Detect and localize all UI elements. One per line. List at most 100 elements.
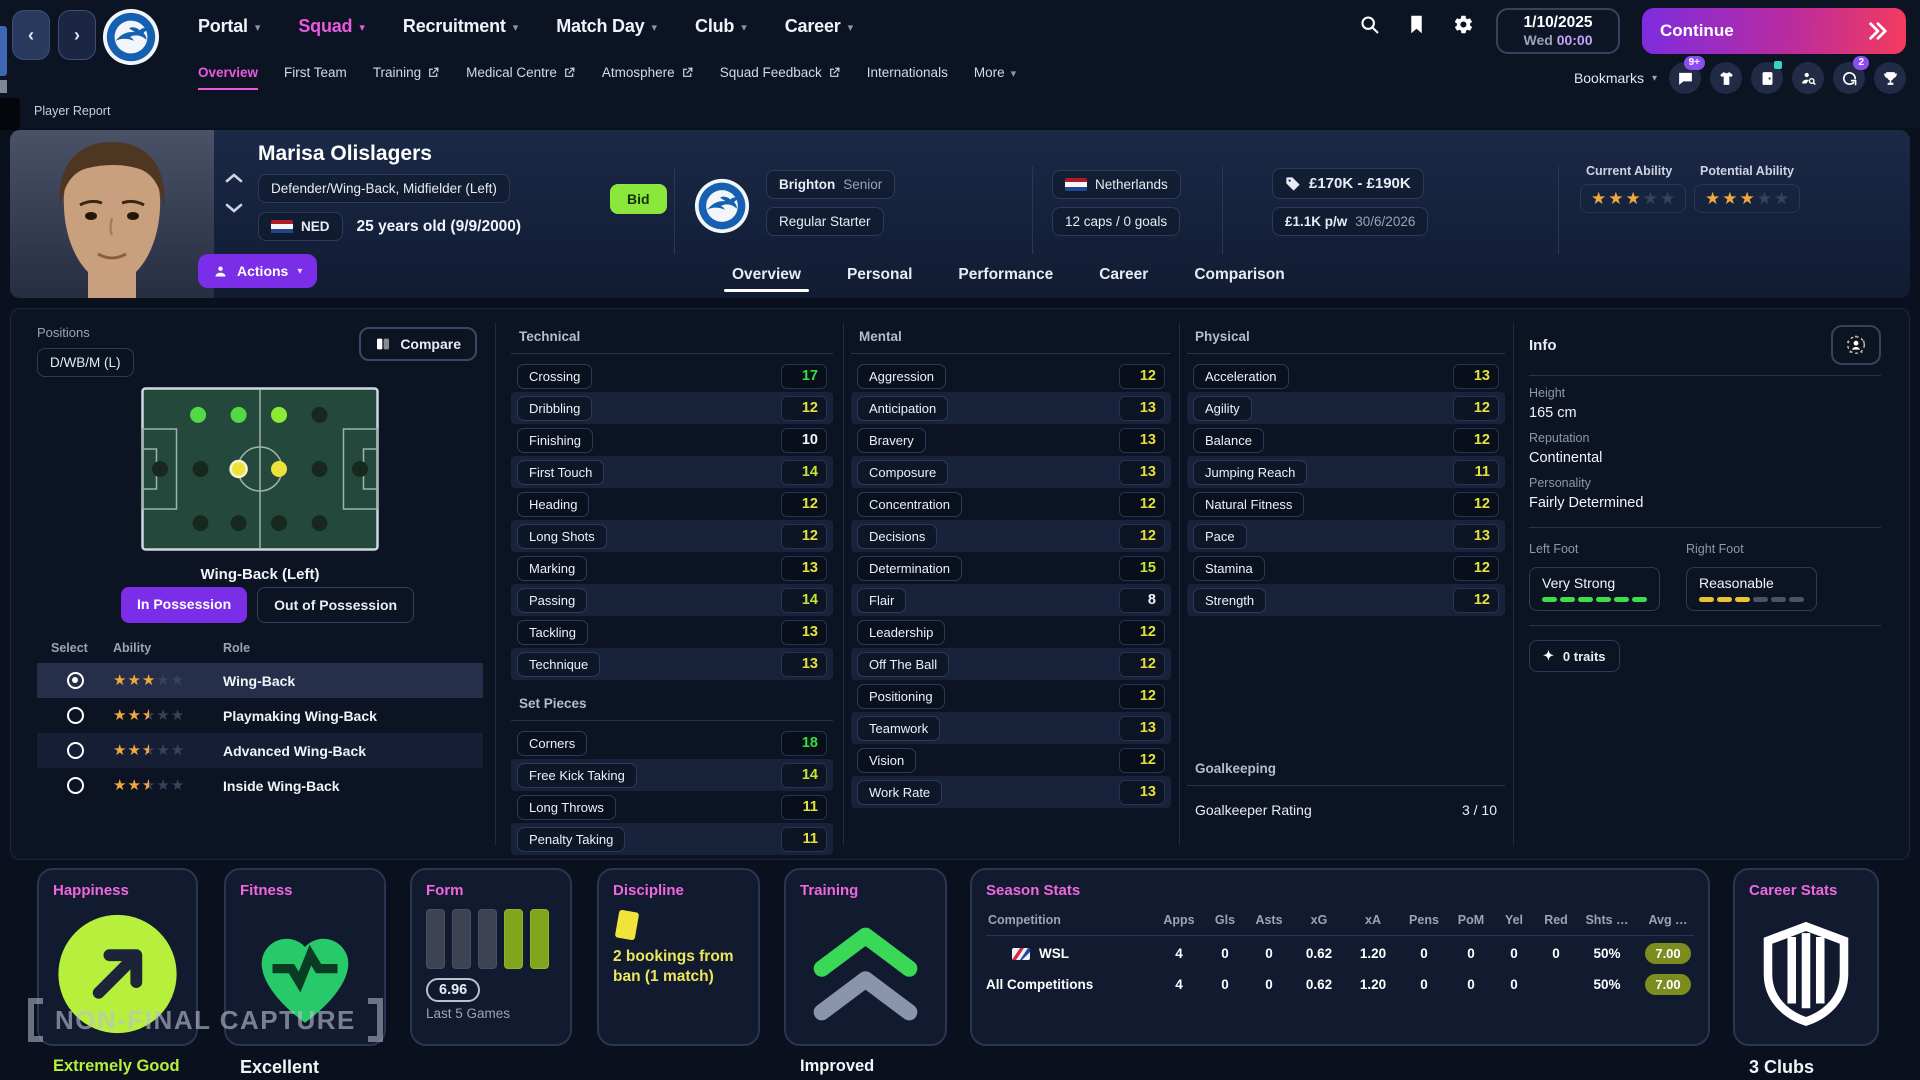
trophy-icon[interactable] — [1874, 62, 1906, 94]
attribute-row-strength[interactable]: Strength12 — [1187, 584, 1505, 616]
stat-header-xa[interactable]: xA — [1346, 913, 1400, 927]
nav-club[interactable]: Club▾ — [695, 16, 747, 37]
attribute-row-passing[interactable]: Passing14 — [511, 584, 833, 616]
stat-header-asts[interactable]: Asts — [1246, 913, 1292, 927]
attribute-row-marking[interactable]: Marking13 — [511, 552, 833, 584]
nav-career[interactable]: Career▾ — [785, 16, 853, 37]
attribute-row-long-throws[interactable]: Long Throws11 — [511, 791, 833, 823]
role-radio[interactable] — [67, 707, 84, 724]
scout-report-button[interactable] — [1831, 325, 1881, 365]
attribute-row-vision[interactable]: Vision12 — [851, 744, 1171, 776]
forward-button[interactable]: › — [58, 10, 96, 60]
nav-recruitment[interactable]: Recruitment▾ — [403, 16, 518, 37]
continue-button[interactable]: Continue — [1642, 8, 1906, 54]
attribute-row-dribbling[interactable]: Dribbling12 — [511, 392, 833, 424]
subnav-squad-feedback[interactable]: Squad Feedback — [720, 65, 841, 86]
sync-icon[interactable]: 2 — [1833, 62, 1865, 94]
stat-header-apps[interactable]: Apps — [1154, 913, 1204, 927]
role-row-wing-back[interactable]: ★★★★★Wing-Back — [37, 663, 483, 698]
next-player-icon[interactable] — [224, 200, 244, 216]
attribute-row-free-kick-taking[interactable]: Free Kick Taking14 — [511, 759, 833, 791]
attribute-row-stamina[interactable]: Stamina12 — [1187, 552, 1505, 584]
attribute-row-finishing[interactable]: Finishing10 — [511, 424, 833, 456]
goalkeeper-rating-row[interactable]: Goalkeeper Rating 3 / 10 — [1187, 792, 1505, 828]
season-stats-row[interactable]: All Competitions4000.621.2000050%7.00 — [986, 969, 1694, 1000]
attribute-row-tackling[interactable]: Tackling13 — [511, 616, 833, 648]
attribute-row-determination[interactable]: Determination15 — [851, 552, 1171, 584]
nav-portal[interactable]: Portal▾ — [198, 16, 260, 37]
attribute-row-crossing[interactable]: Crossing17 — [511, 360, 833, 392]
subnav-internationals[interactable]: Internationals — [867, 65, 948, 86]
subnav-first-team[interactable]: First Team — [284, 65, 347, 86]
stat-header-competition[interactable]: Competition — [986, 913, 1154, 927]
messages-icon[interactable]: 9+ — [1669, 62, 1701, 94]
training-card[interactable]: Training Improved Training Rating 7.40 — [784, 868, 947, 1046]
stat-header-pom[interactable]: PoM — [1448, 913, 1494, 927]
stat-header-red[interactable]: Red — [1534, 913, 1578, 927]
attribute-row-acceleration[interactable]: Acceleration13 — [1187, 360, 1505, 392]
attribute-row-bravery[interactable]: Bravery13 — [851, 424, 1171, 456]
attribute-row-off-the-ball[interactable]: Off The Ball12 — [851, 648, 1171, 680]
subnav-atmosphere[interactable]: Atmosphere — [602, 65, 694, 86]
attribute-row-teamwork[interactable]: Teamwork13 — [851, 712, 1171, 744]
attribute-row-penalty-taking[interactable]: Penalty Taking11 — [511, 823, 833, 855]
stat-header-gls[interactable]: Gls — [1204, 913, 1246, 927]
attribute-row-long-shots[interactable]: Long Shots12 — [511, 520, 833, 552]
bookmarks-button[interactable]: Bookmarks▾ — [1574, 70, 1657, 86]
attribute-row-corners[interactable]: Corners18 — [511, 727, 833, 759]
stat-header-pens[interactable]: Pens — [1400, 913, 1448, 927]
fitness-card[interactable]: Fitness Excellent Match fit — [224, 868, 386, 1046]
search-icon[interactable] — [1359, 14, 1380, 35]
tab-personal[interactable]: Personal — [847, 266, 912, 298]
stat-header-xg[interactable]: xG — [1292, 913, 1346, 927]
happiness-card[interactable]: Happiness Extremely Good Positives 5 Neg… — [37, 868, 198, 1046]
in-possession-toggle[interactable]: In Possession — [121, 587, 247, 623]
attribute-row-heading[interactable]: Heading12 — [511, 488, 833, 520]
nation-chip[interactable]: Netherlands — [1052, 170, 1181, 199]
role-radio[interactable] — [67, 777, 84, 794]
previous-player-icon[interactable] — [224, 170, 244, 186]
role-row-inside-wing-back[interactable]: ★★★★★★Inside Wing-Back — [37, 768, 483, 803]
out-of-possession-toggle[interactable]: Out of Possession — [257, 587, 414, 623]
traits-button[interactable]: ✦ 0 traits — [1529, 640, 1620, 672]
stat-header-yel[interactable]: Yel — [1494, 913, 1534, 927]
attribute-row-composure[interactable]: Composure13 — [851, 456, 1171, 488]
career-stats-card[interactable]: Career Stats 3 Clubs Apps 142 Goals 20 — [1733, 868, 1879, 1046]
subnav-overview[interactable]: Overview — [198, 65, 258, 86]
game-date[interactable]: 1/10/2025 Wed 00:00 — [1496, 8, 1620, 54]
transfers-icon[interactable] — [1751, 62, 1783, 94]
compare-button[interactable]: Compare — [359, 327, 477, 361]
season-stats-row[interactable]: WSL4000.621.20000050%7.00 — [986, 938, 1694, 969]
attribute-row-natural-fitness[interactable]: Natural Fitness12 — [1187, 488, 1505, 520]
attribute-row-first-touch[interactable]: First Touch14 — [511, 456, 833, 488]
tab-career[interactable]: Career — [1099, 266, 1148, 298]
bookmark-icon[interactable] — [1406, 14, 1427, 35]
attribute-row-jumping-reach[interactable]: Jumping Reach11 — [1187, 456, 1505, 488]
role-radio[interactable] — [67, 742, 84, 759]
bid-button[interactable]: Bid — [610, 184, 667, 214]
attribute-row-leadership[interactable]: Leadership12 — [851, 616, 1171, 648]
side-tab[interactable] — [0, 98, 20, 130]
form-card[interactable]: Form 6.96 Last 5 Games — [410, 868, 572, 1046]
tab-performance[interactable]: Performance — [958, 266, 1053, 298]
role-row-advanced-wing-back[interactable]: ★★★★★★Advanced Wing-Back — [37, 733, 483, 768]
role-row-playmaking-wing-back[interactable]: ★★★★★★Playmaking Wing-Back — [37, 698, 483, 733]
transfer-value-chip[interactable]: £170K - £190K — [1272, 168, 1424, 199]
back-button[interactable]: ‹ — [12, 10, 50, 60]
club-chip[interactable]: Brighton Senior — [766, 170, 895, 199]
attribute-row-decisions[interactable]: Decisions12 — [851, 520, 1171, 552]
attribute-row-aggression[interactable]: Aggression12 — [851, 360, 1171, 392]
nav-match-day[interactable]: Match Day▾ — [556, 16, 657, 37]
tab-overview[interactable]: Overview — [732, 266, 801, 298]
discipline-card[interactable]: Discipline 2 bookings from ban (1 match) — [597, 868, 760, 1046]
subnav-training[interactable]: Training — [373, 65, 440, 86]
nav-squad[interactable]: Squad▾ — [298, 16, 365, 37]
attribute-row-agility[interactable]: Agility12 — [1187, 392, 1505, 424]
scouting-icon[interactable] — [1792, 62, 1824, 94]
attribute-row-concentration[interactable]: Concentration12 — [851, 488, 1171, 520]
attribute-row-balance[interactable]: Balance12 — [1187, 424, 1505, 456]
tab-comparison[interactable]: Comparison — [1194, 266, 1284, 298]
attribute-row-pace[interactable]: Pace13 — [1187, 520, 1505, 552]
role-radio[interactable] — [67, 672, 84, 689]
attribute-row-positioning[interactable]: Positioning12 — [851, 680, 1171, 712]
